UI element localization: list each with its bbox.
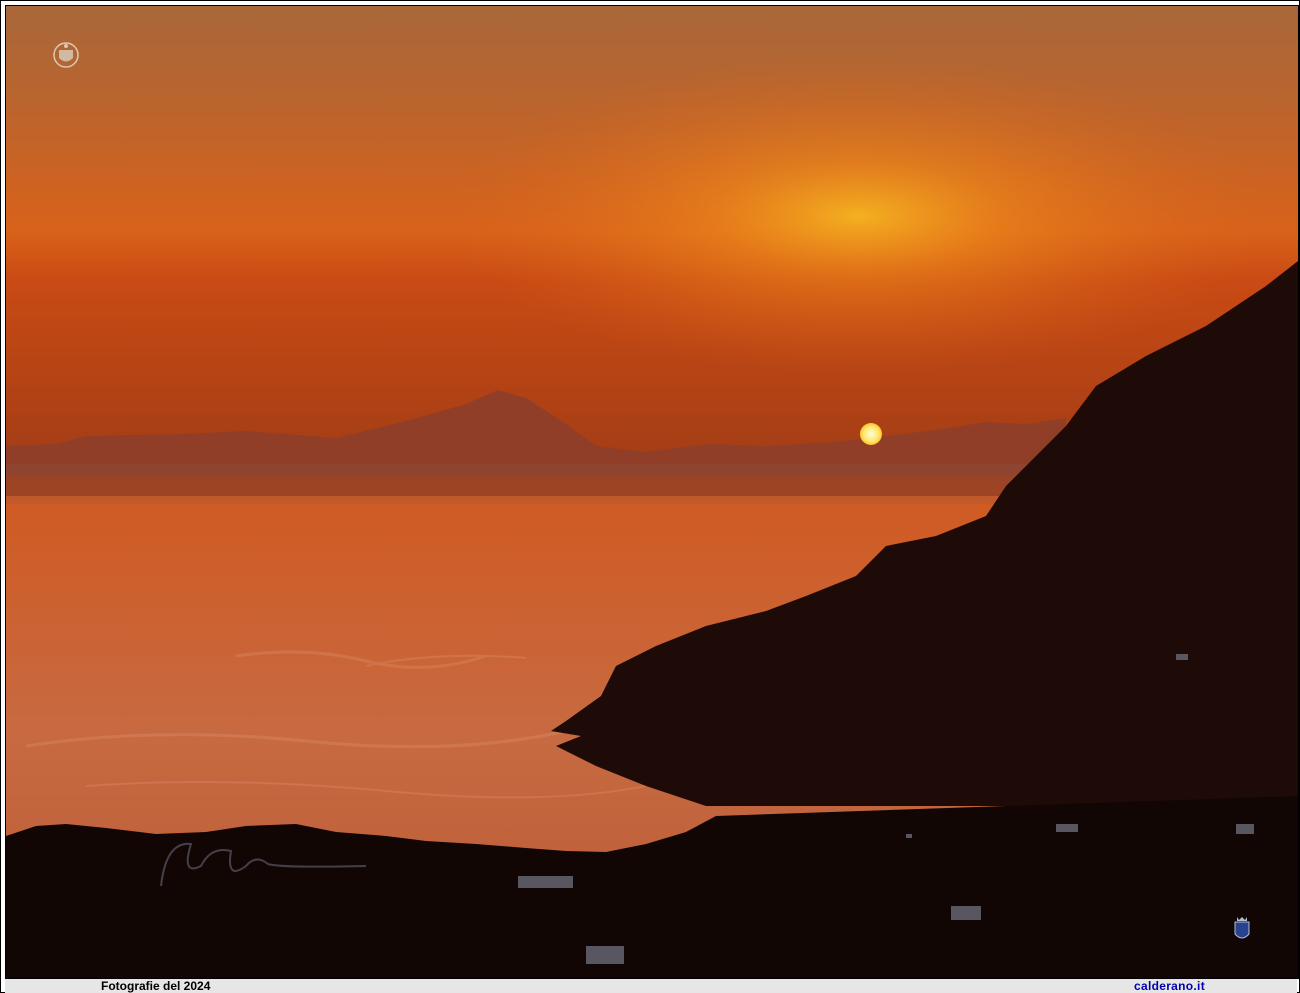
sunset-scene — [6, 6, 1298, 978]
sunset-photo — [5, 5, 1299, 979]
page-frame: Fotografie del 2024 calderano.it — [0, 0, 1300, 993]
sun — [860, 423, 882, 445]
footer-site-link[interactable]: calderano.it — [1134, 979, 1205, 993]
footer-caption: Fotografie del 2024 — [101, 979, 211, 993]
footer-bar: Fotografie del 2024 calderano.it — [5, 978, 1297, 993]
coat-of-arms-icon — [1234, 917, 1250, 939]
